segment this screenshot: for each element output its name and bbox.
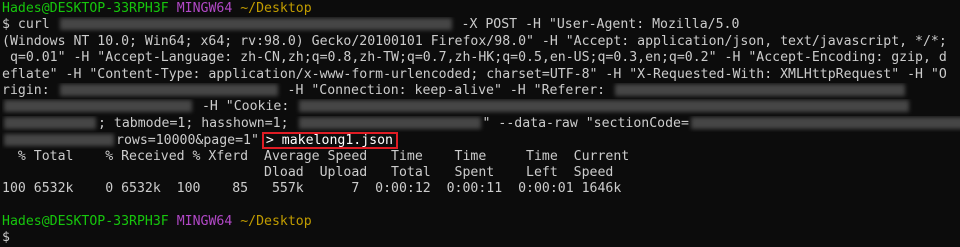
redacted-cookie: [299, 100, 910, 113]
redirect-highlight: > makelong1.json: [261, 132, 398, 149]
command-text: (Windows NT 10.0; Win64; x64; rv:98.0) G…: [2, 33, 947, 49]
command-line-3: q=0.01" -H "Accept-Language: zh-CN,zh;q=…: [2, 50, 960, 66]
command-line-4: eflate" -H "Content-Type: application/x-…: [2, 67, 960, 83]
command-line-2: (Windows NT 10.0; Win64; x64; rv:98.0) G…: [2, 34, 960, 50]
prompt-symbol: $: [2, 230, 10, 246]
progress-header-1: % Total % Received % Xferd Average Speed…: [2, 148, 630, 164]
redacted-data: [690, 116, 960, 129]
command-text: -H "Connection: keep-alive" -H "Referer:: [279, 82, 614, 98]
command-text: curl: [17, 17, 58, 33]
redacted-cookie-part: [298, 116, 481, 129]
redacted-referer: [615, 83, 906, 96]
prompt-symbol: $: [2, 17, 10, 33]
command-line-6: -H "Cookie:: [2, 99, 960, 115]
prompt-shell: MINGW64: [176, 1, 233, 16]
command-line-1: $ curl -X POST -H "User-Agent: Mozilla/5…: [2, 17, 960, 33]
command-line-8: rows=10000&page=1" > makelong1.json: [2, 132, 960, 149]
command-text: ; tabmode=1; hasshown=1;: [98, 115, 297, 131]
prompt-cwd: ~/Desktop: [240, 214, 312, 230]
progress-row: 100 6532k 0 6532k 100 85 557k 7 0:00:12 …: [2, 181, 622, 197]
redacted-url: [59, 18, 452, 31]
prompt-user-host: Hades@DESKTOP-33RPH3F: [2, 1, 169, 16]
command-text: -X POST -H "User-Agent: Mozilla/5.0: [453, 17, 740, 33]
redacted-cookie-part: [4, 116, 96, 129]
command-text: rigin:: [2, 82, 58, 98]
command-text: q=0.01" -H "Accept-Language: zh-CN,zh;q=…: [2, 50, 947, 66]
command-line-5: rigin: -H "Connection: keep-alive" -H "R…: [2, 83, 960, 99]
prompt-user-host: Hades@DESKTOP-33RPH3F: [2, 214, 169, 230]
command-text: rows=10000&page=1": [116, 133, 259, 149]
terminal-window[interactable]: Hades@DESKTOP-33RPH3F MINGW64 ~/Desktop …: [0, 0, 960, 245]
command-text: -H "Cookie:: [194, 99, 298, 115]
prompt-cwd: ~/Desktop: [240, 1, 312, 16]
redacted-origin: [59, 83, 278, 96]
prompt-shell: MINGW64: [176, 214, 233, 230]
redacted-referer-tail: [4, 100, 192, 113]
command-text: eflate" -H "Content-Type: application/x-…: [2, 66, 947, 82]
prompt-line-1: Hades@DESKTOP-33RPH3F MINGW64 ~/Desktop: [2, 1, 960, 17]
prompt-line-2: Hades@DESKTOP-33RPH3F MINGW64 ~/Desktop: [2, 214, 960, 230]
input-line[interactable]: $: [2, 230, 960, 246]
command-text: " --data-raw "sectionCode=: [482, 115, 689, 131]
command-line-7: ; tabmode=1; hasshown=1; " --data-raw "s…: [2, 116, 960, 132]
progress-header-2: Dload Upload Total Spent Left Speed: [2, 164, 614, 180]
redacted-data-part: [4, 134, 114, 147]
